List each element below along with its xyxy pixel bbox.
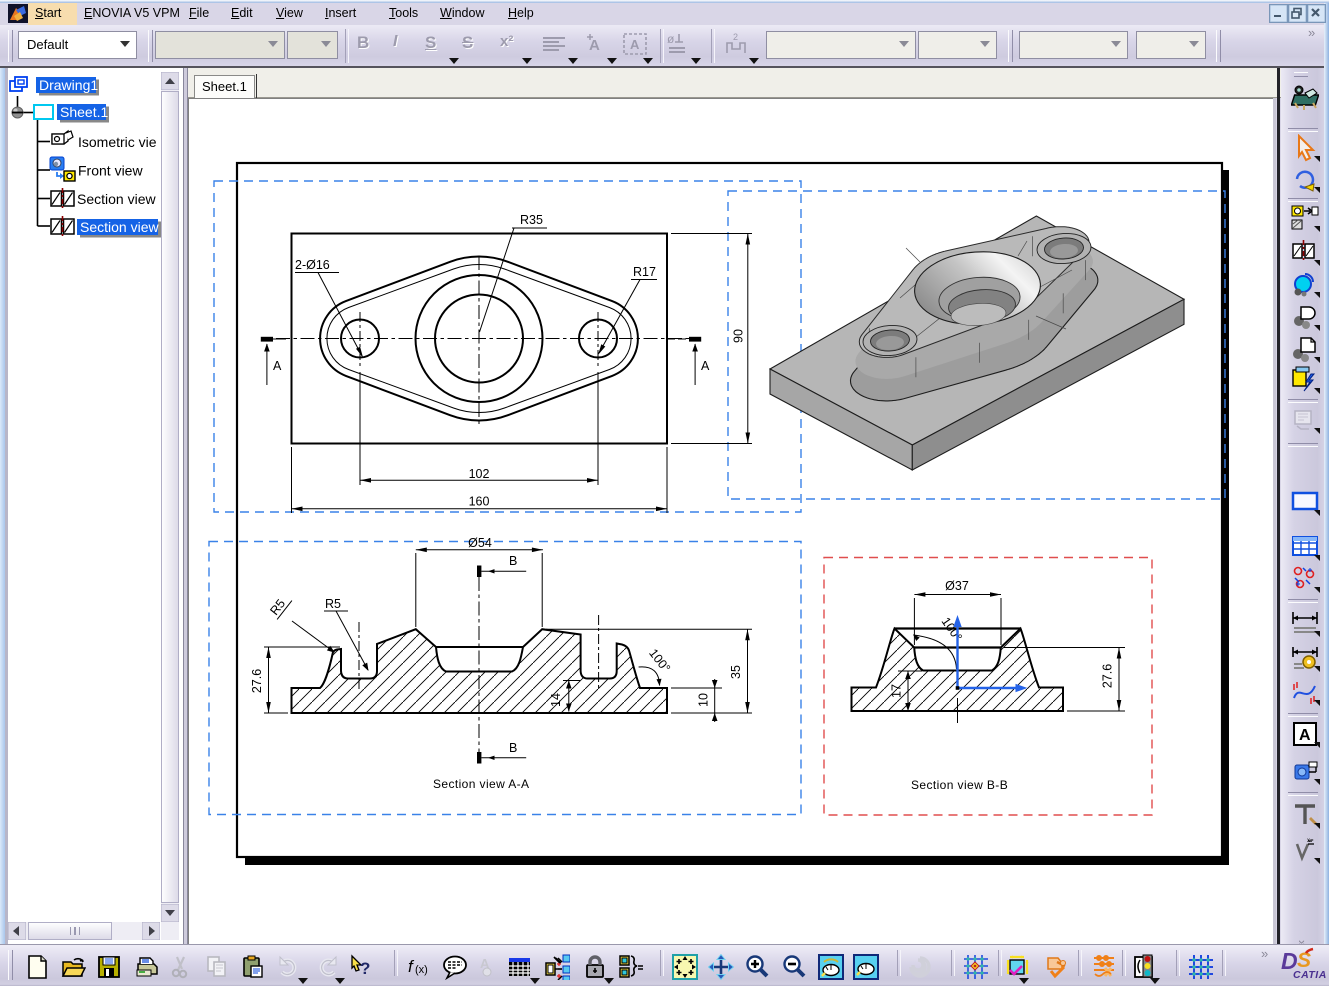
svg-text:R35: R35 bbox=[520, 213, 543, 227]
svg-text:Front view: Front view bbox=[78, 163, 143, 179]
svg-text:R5: R5 bbox=[325, 597, 341, 611]
svg-text:Drawing1: Drawing1 bbox=[39, 77, 98, 93]
svg-text:B: B bbox=[509, 741, 517, 755]
svg-text:Section view A-A: Section view A-A bbox=[433, 777, 529, 791]
svg-text:90: 90 bbox=[732, 329, 746, 343]
svg-text:f: f bbox=[408, 957, 415, 976]
svg-text:Ø37: Ø37 bbox=[945, 579, 969, 593]
svg-text:A: A bbox=[1299, 727, 1311, 744]
svg-text:x=: x= bbox=[1307, 838, 1314, 844]
svg-text:B: B bbox=[509, 554, 517, 568]
svg-text:27.6: 27.6 bbox=[250, 669, 264, 693]
svg-text:2: 2 bbox=[733, 32, 738, 42]
svg-text:Section view: Section view bbox=[77, 191, 156, 207]
svg-text:A: A bbox=[273, 359, 282, 373]
svg-text:A: A bbox=[630, 37, 640, 52]
svg-text:Isometric vie: Isometric vie bbox=[78, 134, 157, 150]
svg-text:10: 10 bbox=[697, 693, 711, 707]
svg-text:A: A bbox=[701, 359, 710, 373]
svg-text:?: ? bbox=[360, 959, 370, 978]
svg-text:14: 14 bbox=[549, 693, 563, 707]
svg-text:160: 160 bbox=[469, 495, 490, 509]
svg-text:Ø54: Ø54 bbox=[468, 536, 492, 550]
svg-text:102: 102 bbox=[469, 467, 490, 481]
svg-text:Sheet.1: Sheet.1 bbox=[60, 104, 108, 120]
svg-text:R17: R17 bbox=[633, 265, 656, 279]
svg-text:Section view: Section view bbox=[80, 219, 159, 235]
svg-text:ø: ø bbox=[667, 32, 675, 46]
svg-text:(x): (x) bbox=[415, 964, 428, 976]
svg-text:CATIA: CATIA bbox=[1293, 969, 1327, 980]
svg-text:17: 17 bbox=[890, 684, 904, 698]
svg-text:27.6: 27.6 bbox=[1101, 664, 1115, 688]
svg-text:35: 35 bbox=[729, 665, 743, 679]
svg-text:2-Ø16: 2-Ø16 bbox=[295, 258, 330, 272]
svg-text:Section view B-B: Section view B-B bbox=[911, 778, 1008, 792]
